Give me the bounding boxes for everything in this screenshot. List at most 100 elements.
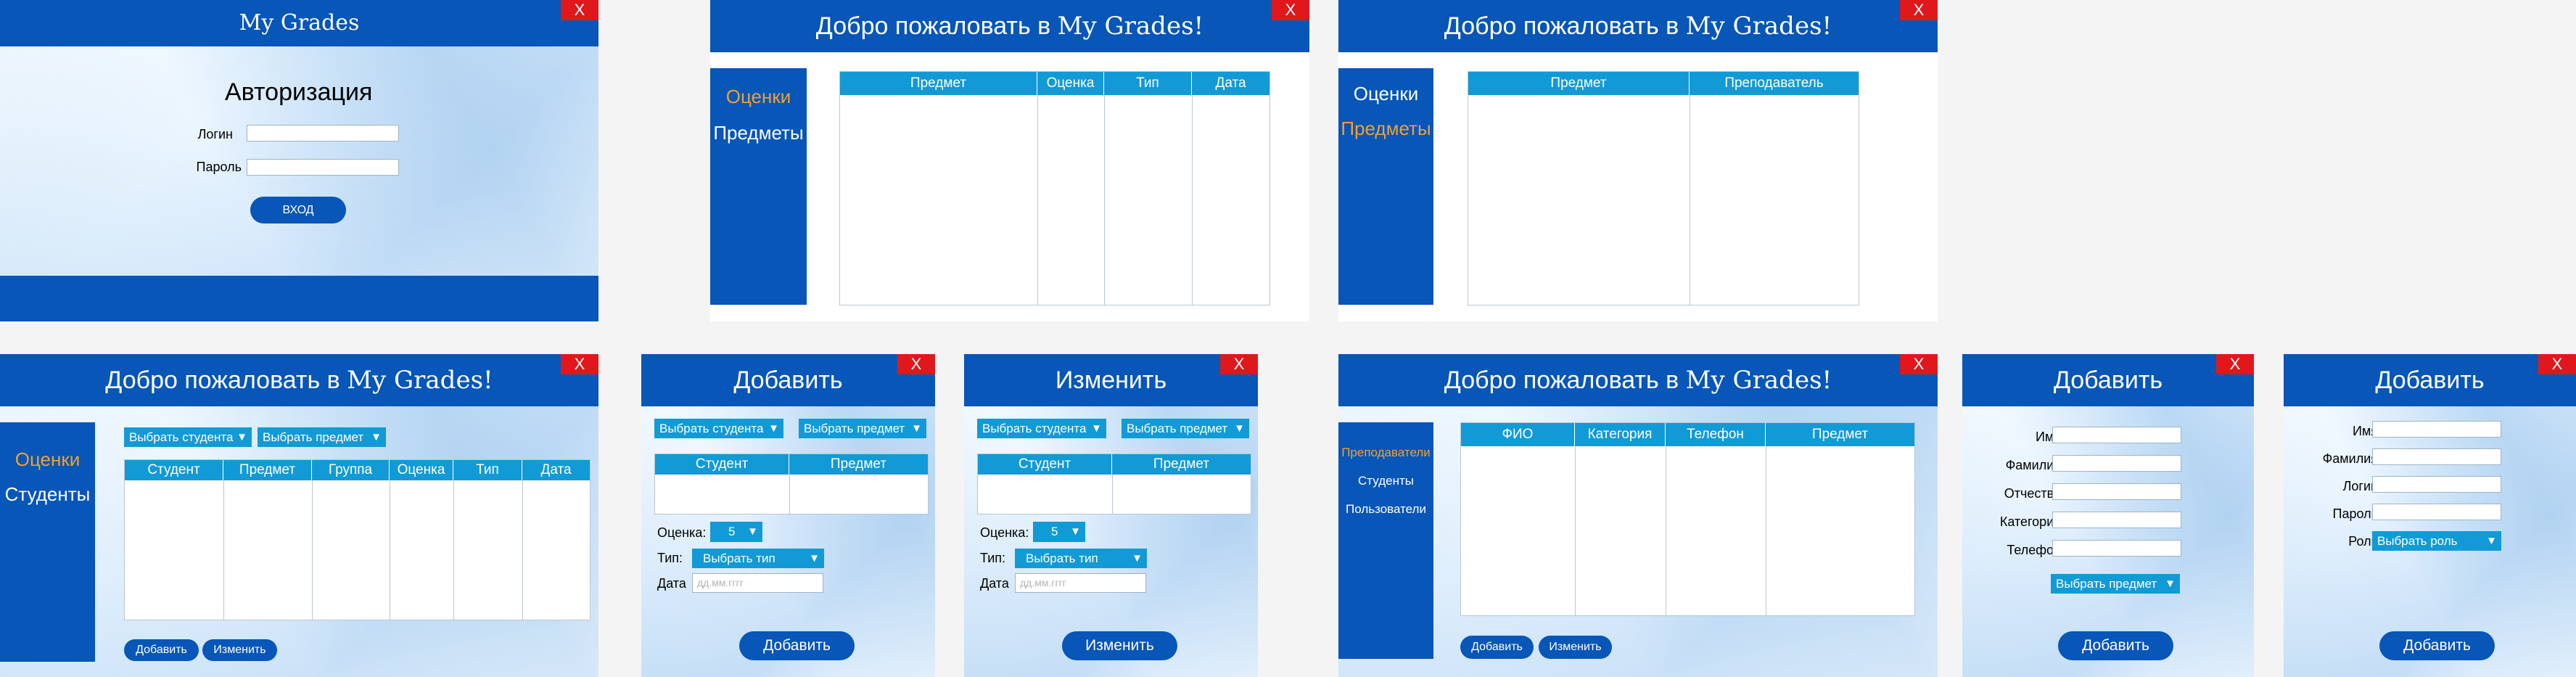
submit-button[interactable]: Добавить (2058, 631, 2173, 660)
date-label: Дата (657, 576, 686, 591)
edit-button[interactable]: Изменить (1539, 636, 1612, 659)
last-name-input[interactable] (2052, 455, 2181, 472)
nav-students[interactable]: Студенты (1338, 474, 1433, 488)
close-button[interactable]: X (897, 354, 935, 374)
subject-select[interactable]: Выбрать предмет ▼ (1122, 419, 1249, 438)
nav-subjects[interactable]: Предметы (1338, 118, 1433, 140)
chevron-down-icon: ▼ (768, 422, 779, 435)
login-label: Логин (197, 127, 233, 141)
chevron-down-icon: ▼ (1091, 422, 1102, 435)
select-value: 5 (728, 525, 736, 538)
add-button[interactable]: Добавить (124, 639, 199, 661)
column-header: ФИО (1461, 423, 1575, 446)
last-name-input[interactable] (2372, 448, 2501, 465)
first-name-input[interactable] (2052, 427, 2181, 443)
login-input[interactable] (2372, 476, 2501, 493)
table-header: Предмет Преподаватель (1468, 72, 1859, 95)
first-name-label: Имя (2352, 424, 2378, 438)
first-name-label: Имя (2035, 430, 2061, 444)
subject-filter-select[interactable]: Выбрать предмет ▼ (258, 427, 386, 447)
student-filter-select[interactable]: Выбрать студента ▼ (124, 427, 252, 447)
selection-table: Студент Предмет (654, 454, 929, 514)
nav-grades[interactable]: Оценки (0, 448, 95, 471)
grade-edit-window: Изменить X Выбрать студента ▼ Выбрать пре… (964, 354, 1258, 677)
welcome-title: Добро пожаловать в My Grades! (0, 354, 598, 406)
chevron-down-icon: ▼ (2486, 535, 2497, 547)
password-label: Пароль (196, 160, 242, 174)
column-divider (1192, 95, 1193, 305)
brand-text: My Grades! (1685, 12, 1832, 41)
password-input[interactable] (2372, 504, 2501, 520)
column-header: Категория (1575, 423, 1666, 446)
nav-grades[interactable]: Оценки (1338, 83, 1433, 105)
edit-button[interactable]: Изменить (202, 639, 277, 661)
grades-titlebar: Добро пожаловать в My Grades! X (710, 0, 1309, 52)
type-label: Тип: (657, 551, 683, 565)
nav-subjects[interactable]: Предметы (710, 122, 807, 144)
category-input[interactable] (2052, 512, 2181, 528)
student-sidebar: Оценки Предметы (710, 68, 807, 305)
select-value: Выбрать тип (1026, 551, 1098, 565)
date-label: Дата (980, 576, 1009, 591)
phone-label: Телефон (2007, 543, 2061, 557)
student-select[interactable]: Выбрать студента ▼ (977, 419, 1106, 438)
subject-select[interactable]: Выбрать предмет ▼ (799, 419, 926, 438)
teacher-grades-table: Студент Предмет Группа Оценка Тип Дата (124, 459, 590, 620)
column-header: Предмет (1811, 427, 1869, 442)
close-button[interactable]: X (561, 0, 598, 20)
password-input[interactable] (247, 159, 399, 176)
close-button[interactable]: X (1272, 0, 1309, 20)
user-add-window: Добавить X Имя Фамилия Логин Пароль Роль… (2284, 354, 2576, 677)
login-button[interactable]: ВХОД (250, 197, 346, 223)
last-name-label: Фамилия (2322, 451, 2378, 466)
phone-input[interactable] (2052, 540, 2181, 557)
submit-button[interactable]: Добавить (739, 631, 855, 660)
close-button[interactable]: X (1900, 0, 1938, 20)
close-button[interactable]: X (561, 354, 598, 374)
user-add-titlebar: Добавить X (2284, 354, 2576, 406)
column-header: Оценка (1037, 72, 1104, 95)
select-value: Выбрать роль (2377, 534, 2458, 548)
chevron-down-icon: ▼ (1132, 552, 1143, 565)
date-input[interactable]: дд.мм.гггг (1015, 573, 1146, 593)
grade-select[interactable]: 5 ▼ (1033, 522, 1085, 542)
role-select[interactable]: Выбрать роль ▼ (2372, 531, 2501, 551)
type-select[interactable]: Выбрать тип ▼ (692, 549, 824, 568)
login-input[interactable] (247, 125, 399, 141)
grade-select[interactable]: 5 ▼ (710, 522, 762, 542)
close-button[interactable]: X (1220, 354, 1258, 374)
subject-select[interactable]: Выбрать предмет ▼ (2051, 574, 2180, 594)
close-button[interactable]: X (1900, 354, 1938, 374)
welcome-text: Добро пожаловать в (1444, 366, 1679, 394)
login-window: My Grades X Авторизация Логин Пароль ВХО… (0, 0, 598, 321)
welcome-title: Добро пожаловать в My Grades! (1338, 0, 1938, 52)
chevron-down-icon: ▼ (2165, 578, 2176, 590)
close-button[interactable]: X (2538, 354, 2576, 374)
dialog-title: Добавить (733, 366, 843, 394)
nav-teachers[interactable]: Преподаватели (1338, 446, 1433, 460)
patronymic-input[interactable] (2052, 483, 2181, 500)
close-button[interactable]: X (2216, 354, 2254, 374)
student-select[interactable]: Выбрать студента ▼ (654, 419, 783, 438)
type-select[interactable]: Выбрать тип ▼ (1015, 549, 1147, 568)
select-value: Выбрать предмет (263, 430, 364, 444)
first-name-input[interactable] (2372, 421, 2501, 438)
nav-students[interactable]: Студенты (0, 483, 95, 506)
add-button[interactable]: Добавить (1460, 636, 1534, 659)
select-value: Выбрать предмет (1127, 422, 1228, 435)
nav-users[interactable]: Пользователи (1338, 502, 1433, 517)
column-divider (453, 480, 454, 620)
welcome-title: Добро пожаловать в My Grades! (1338, 354, 1938, 406)
column-divider (1104, 95, 1105, 305)
teacher-window: Добро пожаловать в My Grades! X Оценки С… (0, 354, 598, 677)
nav-grades[interactable]: Оценки (710, 86, 807, 108)
grade-add-window: Добавить X Выбрать студента ▼ Выбрать пре… (641, 354, 935, 677)
submit-button[interactable]: Изменить (1062, 631, 1177, 660)
date-input[interactable]: дд.мм.гггг (692, 573, 823, 593)
dialog-title: Добавить (2375, 366, 2485, 394)
select-value: Выбрать студента (982, 422, 1087, 435)
welcome-title: Добро пожаловать в My Grades! (710, 0, 1309, 52)
submit-button[interactable]: Добавить (2379, 631, 2495, 660)
chevron-down-icon: ▼ (371, 431, 382, 443)
column-header: Оценка (390, 460, 453, 480)
